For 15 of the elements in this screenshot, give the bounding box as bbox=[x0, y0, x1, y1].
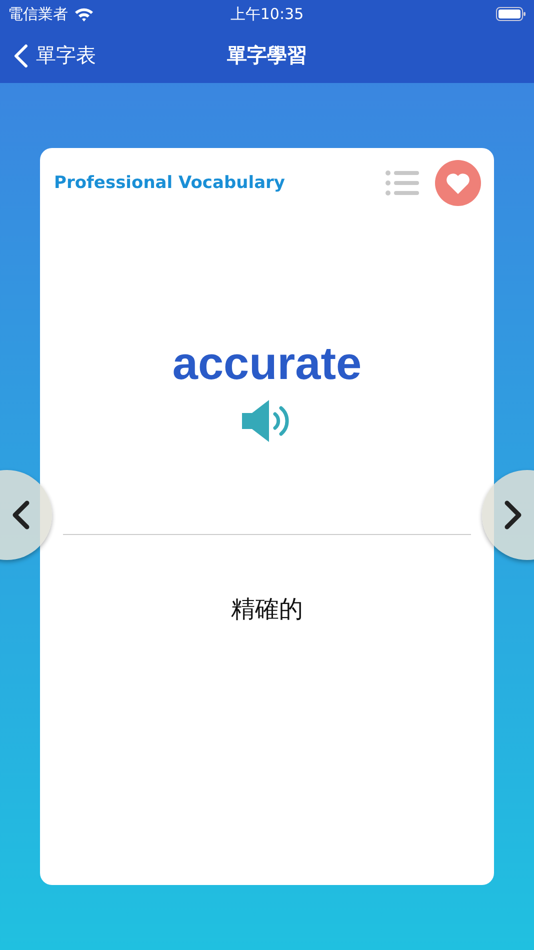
clock-time: 上午10:35 bbox=[230, 4, 304, 24]
chevron-right-icon bbox=[504, 500, 522, 530]
back-button[interactable]: 單字表 bbox=[14, 42, 96, 69]
vocabulary-word: accurate bbox=[172, 336, 362, 390]
favorite-button[interactable] bbox=[435, 160, 481, 206]
carrier-name: 電信業者 bbox=[8, 4, 68, 24]
list-icon[interactable] bbox=[385, 170, 419, 196]
battery-icon bbox=[496, 7, 526, 21]
heart-icon bbox=[445, 172, 471, 194]
wifi-icon bbox=[74, 6, 94, 22]
chevron-left-icon bbox=[14, 44, 28, 68]
translation-text: 精確的 bbox=[231, 594, 303, 625]
screen-title: 單字學習 bbox=[227, 42, 307, 69]
chevron-left-icon bbox=[12, 500, 30, 530]
category-title: Professional Vocabulary bbox=[54, 173, 286, 193]
